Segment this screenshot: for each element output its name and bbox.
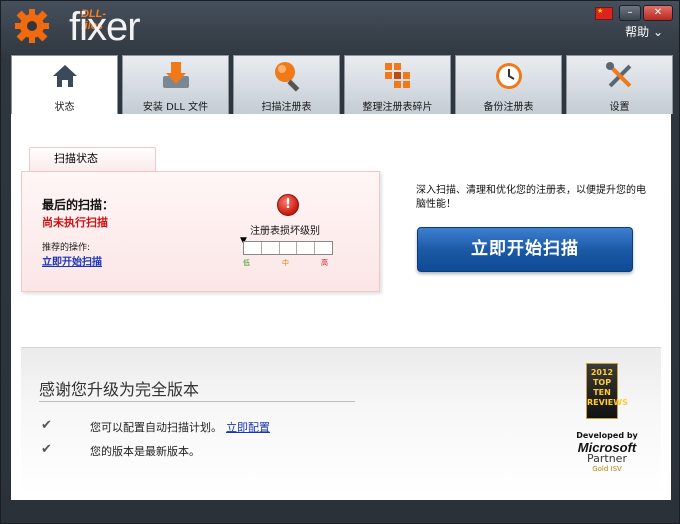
tab-settings[interactable]: 设置	[566, 55, 673, 114]
app-logo: DLL-files fixer	[13, 5, 141, 49]
damage-level-meter	[243, 241, 333, 255]
upgrade-title: 感谢您升级为完全版本	[39, 380, 200, 399]
help-menu[interactable]: 帮助 ⌄	[625, 23, 663, 40]
language-flag-icon[interactable]	[595, 6, 613, 20]
start-scan-link[interactable]: 立即开始扫描	[42, 253, 102, 268]
last-scan-value: 尚未执行扫描	[42, 216, 108, 229]
tab-label: 设置	[609, 102, 630, 113]
tab-label: 扫描注册表	[261, 102, 312, 113]
configure-now-link[interactable]: 立即配置	[226, 421, 270, 434]
tab-install-dll[interactable]: 安装 DLL 文件	[122, 55, 229, 114]
top-ten-award-badge: 2012 TOP TEN REVIEWS	[586, 363, 628, 419]
clock-backup-icon	[493, 60, 525, 96]
developed-by-text: Developed by	[576, 431, 638, 440]
divider	[39, 401, 355, 402]
main-tabs: 状态 安装 DLL 文件 扫描注册表 整理注册表碎片 备份注册表 设置	[11, 55, 673, 115]
window-controls: – ✕	[595, 5, 673, 21]
scan-description: 深入扫描、清理和优化您的注册表，以便提升您的电脑性能！	[416, 185, 646, 210]
feature-item: 您的版本是最新版本。	[90, 443, 200, 459]
damage-level-label: 注册表损坏级别	[250, 226, 320, 237]
feature-item: 您可以配置自动扫描计划。 立即配置	[90, 419, 270, 435]
tab-scan-registry[interactable]: 扫描注册表	[233, 55, 340, 114]
warning-icon: !	[277, 194, 299, 216]
scan-status-tab: 扫描状态	[29, 147, 156, 171]
level-high-label: 高	[321, 259, 328, 267]
magnifier-icon	[271, 60, 303, 96]
tab-label: 整理注册表碎片	[362, 102, 433, 113]
check-icon: ✔	[41, 418, 52, 433]
close-button[interactable]: ✕	[643, 5, 673, 21]
tools-icon	[604, 60, 636, 96]
tab-label: 备份注册表	[483, 102, 534, 113]
check-icon: ✔	[41, 442, 52, 457]
tab-status[interactable]: 状态	[11, 55, 118, 115]
main-panel: 扫描状态 最后的扫描： 尚未执行扫描 推荐的操作: 立即开始扫描 ! 注册表损坏…	[11, 114, 671, 500]
tab-label: 安装 DLL 文件	[142, 102, 209, 113]
tab-label: 状态	[54, 102, 75, 113]
level-low-label: 低	[243, 259, 250, 267]
gold-isv-text: Gold ISV	[592, 465, 622, 473]
download-icon	[160, 60, 192, 96]
scan-status-box: 最后的扫描： 尚未执行扫描 推荐的操作: 立即开始扫描 ! 注册表损坏级别 ▼ …	[21, 171, 380, 292]
upgrade-panel: 感谢您升级为完全版本 ✔ 您可以配置自动扫描计划。 立即配置 ✔ 您的版本是最新版…	[21, 347, 661, 496]
minimize-button[interactable]: –	[619, 5, 641, 21]
start-scan-button[interactable]: 立即开始扫描	[417, 227, 633, 272]
home-icon	[50, 61, 80, 95]
last-scan-label: 最后的扫描：	[42, 198, 115, 212]
feature-text: 您的版本是最新版本。	[90, 445, 200, 458]
feature-text: 您可以配置自动扫描计划。	[90, 421, 222, 434]
microsoft-partner-logo: Developed by Microsoft Partner Gold ISV	[567, 431, 647, 473]
blocks-icon	[383, 61, 413, 95]
gear-logo-icon	[13, 7, 51, 45]
app-window: DLL-files fixer – ✕ 帮助 ⌄ 状态 安装 DLL 文件 扫描…	[0, 0, 680, 524]
tab-backup-registry[interactable]: 备份注册表	[455, 55, 562, 114]
logo-title: fixer	[69, 5, 141, 49]
level-mid-label: 中	[282, 259, 289, 267]
tab-defrag-registry[interactable]: 整理注册表碎片	[344, 55, 451, 114]
recommended-label: 推荐的操作:	[42, 243, 91, 253]
